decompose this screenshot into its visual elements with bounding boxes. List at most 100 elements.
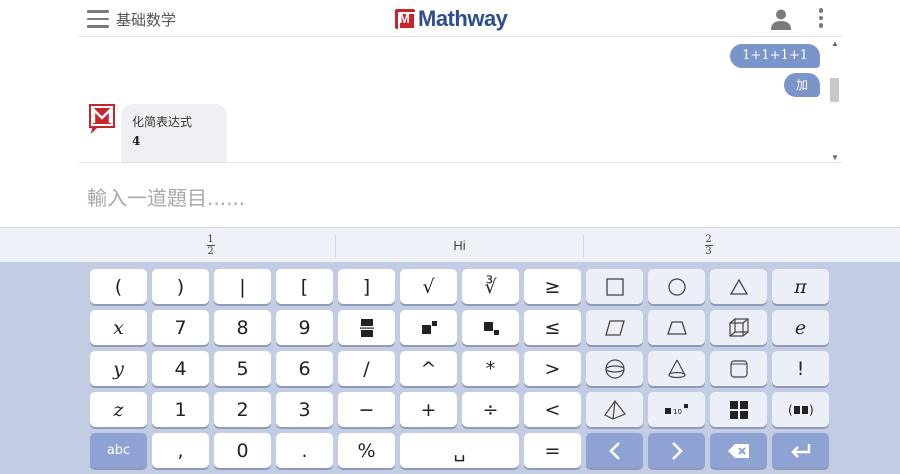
key-sphere[interactable] [586, 351, 643, 386]
abc-toggle-button[interactable]: abc [90, 433, 147, 468]
mathway-bot-avatar-icon [89, 104, 115, 134]
key-square[interactable] [586, 269, 643, 304]
key-geq[interactable]: ≥ [524, 269, 581, 304]
key-function[interactable]: () [772, 392, 829, 427]
suggestion-bar: 1 2 Hi 2 3 [0, 227, 900, 262]
chevron-left-icon [608, 441, 620, 460]
key-minus[interactable]: − [338, 392, 395, 427]
bot-response-bubble: 化简表达式 4 [121, 104, 227, 162]
key-period[interactable]: . [276, 433, 333, 468]
bot-response-link[interactable] [132, 156, 212, 162]
chat-scrollbar[interactable]: ▲ ▼ [829, 38, 840, 162]
logo-text: Mathway [418, 6, 508, 31]
key-pyramid[interactable] [586, 392, 643, 427]
key-left-bracket[interactable]: [ [276, 269, 333, 304]
fraction-icon [359, 318, 374, 337]
e-label: e [794, 316, 807, 339]
key-exponent[interactable] [400, 310, 457, 345]
key-caret[interactable]: ^ [400, 351, 457, 386]
cursor-right-button[interactable] [648, 433, 705, 468]
key-right-bracket[interactable]: ] [338, 269, 395, 304]
key-leq[interactable]: ≤ [524, 310, 581, 345]
key-percent[interactable]: % [338, 433, 395, 468]
bot-response-title: 化简表达式 [132, 115, 193, 129]
key-asterisk[interactable]: * [462, 351, 519, 386]
key-pi[interactable]: π [772, 269, 829, 304]
key-1[interactable]: 1 [152, 392, 209, 427]
key-9[interactable]: 9 [276, 310, 333, 345]
scroll-up-icon[interactable]: ▲ [831, 39, 839, 48]
cylinder-icon [729, 359, 748, 378]
key-z[interactable]: z [90, 392, 147, 427]
key-cylinder[interactable] [710, 351, 767, 386]
problem-input[interactable] [87, 182, 827, 214]
key-comma[interactable]: , [152, 433, 209, 468]
key-nth-root[interactable]: ∛ [462, 269, 519, 304]
key-fraction[interactable] [338, 310, 395, 345]
enter-icon [790, 443, 810, 458]
key-left-paren[interactable]: ( [90, 269, 147, 304]
fraction: 1 2 [206, 234, 215, 257]
user-icon[interactable] [769, 7, 793, 31]
key-trapezoid[interactable] [648, 310, 705, 345]
key-2[interactable]: 2 [214, 392, 271, 427]
more-options-icon[interactable] [817, 8, 825, 30]
suggestion-text[interactable]: Hi [336, 228, 583, 263]
square-icon [605, 277, 624, 296]
key-equals[interactable]: = [524, 433, 581, 468]
svg-text:(: ( [788, 403, 793, 417]
key-4[interactable]: 4 [152, 351, 209, 386]
backspace-button[interactable] [710, 433, 767, 468]
key-slash[interactable]: / [338, 351, 395, 386]
svg-text:): ) [809, 403, 814, 417]
key-sqrt[interactable]: √ [400, 269, 457, 304]
menu-icon[interactable] [87, 10, 109, 28]
key-e[interactable]: e [772, 310, 829, 345]
enter-button[interactable] [772, 433, 829, 468]
key-divide[interactable]: ÷ [462, 392, 519, 427]
numerator: 2 [705, 234, 712, 245]
suggestion-fraction-2[interactable]: 2 3 [584, 228, 833, 263]
user-operation-bubble[interactable]: 加 [783, 73, 820, 97]
key-parallelogram[interactable] [586, 310, 643, 345]
key-plus[interactable]: + [400, 392, 457, 427]
key-subscript[interactable] [462, 310, 519, 345]
key-6[interactable]: 6 [276, 351, 333, 386]
key-factorial[interactable]: ! [772, 351, 829, 386]
triangle-icon [729, 278, 748, 295]
key-0[interactable]: 0 [214, 433, 271, 468]
key-3[interactable]: 3 [276, 392, 333, 427]
key-cube[interactable] [710, 310, 767, 345]
scroll-down-icon[interactable]: ▼ [831, 153, 839, 162]
key-y[interactable]: y [90, 351, 147, 386]
denominator: 3 [705, 246, 712, 257]
key-greater[interactable]: > [524, 351, 581, 386]
pi-label: π [794, 275, 807, 298]
key-matrix[interactable] [710, 392, 767, 427]
chevron-right-icon [671, 441, 683, 460]
key-7[interactable]: 7 [152, 310, 209, 345]
suggestion-fraction-1[interactable]: 1 2 [86, 228, 335, 263]
key-right-paren[interactable]: ) [152, 269, 209, 304]
svg-text:10: 10 [673, 408, 682, 416]
key-8[interactable]: 8 [214, 310, 271, 345]
key-less[interactable]: < [524, 392, 581, 427]
parallelogram-icon [604, 319, 625, 336]
key-triangle[interactable] [710, 269, 767, 304]
mathway-logo[interactable]: Mathway [395, 5, 508, 33]
user-question-bubble[interactable]: 1+1+1+1 [730, 44, 820, 68]
function-icon: () [788, 403, 814, 417]
key-x[interactable]: x [90, 310, 147, 345]
key-circle[interactable] [648, 269, 705, 304]
key-space[interactable]: ␣ [400, 433, 519, 468]
key-cone[interactable] [648, 351, 705, 386]
topic-title[interactable]: 基础数学 [116, 9, 176, 30]
circle-icon [667, 277, 686, 296]
denominator: 2 [207, 246, 214, 257]
scroll-thumb[interactable] [830, 78, 839, 102]
cursor-left-button[interactable] [586, 433, 643, 468]
key-abs[interactable]: | [214, 269, 271, 304]
key-5[interactable]: 5 [214, 351, 271, 386]
key-scientific-notation[interactable]: 10 [648, 392, 705, 427]
bot-response-answer: 4 [132, 134, 141, 148]
